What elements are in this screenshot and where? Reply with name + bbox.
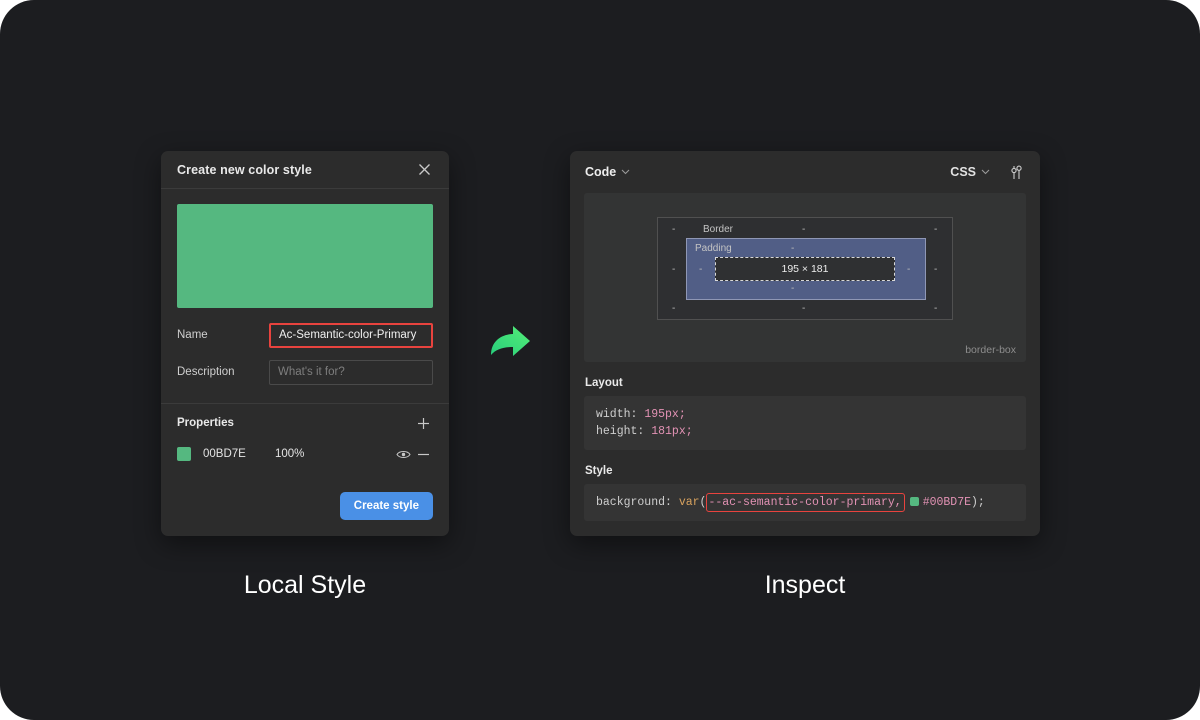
margin-dash-right-bottom: - [934, 303, 938, 314]
curved-arrow-right-icon [487, 322, 533, 366]
close-icon[interactable] [413, 159, 435, 181]
style-close-paren: ); [971, 496, 985, 509]
padding-dash-right: - [907, 264, 911, 275]
layout-code-line-height: height: 181px; [596, 423, 1014, 440]
style-variable-name[interactable]: --ac-semantic-color-primary, [706, 493, 905, 512]
style-code-block[interactable]: background: var(--ac-semantic-color-prim… [584, 484, 1026, 521]
padding-label: Padding [695, 243, 732, 254]
color-preview-swatch[interactable] [177, 204, 433, 308]
layout-code-line-width: width: 195px; [596, 406, 1014, 423]
caption-local-style: Local Style [243, 571, 367, 599]
style-fallback-swatch[interactable] [909, 497, 919, 506]
layout-height-prop: height: [596, 425, 645, 438]
layout-width-prop: width: [596, 408, 638, 421]
sliders-icon[interactable] [1006, 162, 1026, 182]
margin-dash-right: - [934, 264, 938, 275]
create-color-style-dialog: Create new color style Name Ac-Semantic-… [161, 151, 449, 536]
layout-section-title: Layout [585, 377, 623, 389]
margin-dash-top: - [802, 224, 806, 235]
style-var-function: var [678, 496, 700, 509]
padding-dash-top: - [791, 243, 795, 254]
box-model-padding-region: Padding - - - - 195 × 181 [686, 238, 926, 300]
style-property-name: background: [596, 496, 672, 509]
layout-width-value: 195px; [644, 408, 686, 421]
style-name-input[interactable]: Ac-Semantic-color-Primary [269, 322, 433, 348]
margin-dash-left-bottom: - [672, 303, 676, 314]
color-property-row[interactable]: 00BD7E 100% [161, 440, 449, 468]
margin-dash-right-top: - [934, 224, 938, 235]
style-description-input[interactable]: What's it for? [269, 359, 433, 385]
property-opacity-value[interactable]: 100% [275, 448, 393, 460]
margin-dash-left: - [672, 264, 676, 275]
border-label: Border [703, 224, 734, 235]
padding-dash-left: - [699, 264, 703, 275]
name-field-row: Name Ac-Semantic-color-Primary [161, 318, 449, 352]
description-label: Description [177, 366, 235, 378]
divider [161, 403, 449, 404]
inspect-panel: Code CSS Border - - - - - - - - Padding … [570, 151, 1040, 536]
box-model-diagram: Border - - - - - - - - Padding - - - - 1… [584, 193, 1026, 362]
layout-code-block[interactable]: width: 195px; height: 181px; [584, 396, 1026, 450]
inspect-header: Code CSS [570, 151, 1040, 193]
plus-icon[interactable] [413, 413, 433, 433]
dialog-title: Create new color style [177, 162, 312, 177]
box-model-content-size: 195 × 181 [715, 257, 895, 281]
chevron-down-icon[interactable] [621, 169, 630, 175]
dialog-header: Create new color style [161, 151, 449, 189]
name-label: Name [177, 329, 208, 341]
padding-dash-bottom: - [791, 283, 795, 294]
language-selector-label[interactable]: CSS [950, 165, 976, 179]
margin-dash-left-top: - [672, 224, 676, 235]
minus-icon[interactable] [413, 444, 433, 464]
code-tab-label[interactable]: Code [585, 165, 616, 179]
box-model-margin-region: Border - - - - - - - - Padding - - - - 1… [657, 217, 953, 320]
style-fallback-hex: #00BD7E [922, 496, 971, 509]
layout-height-value: 181px; [651, 425, 693, 438]
dialog-footer: Create style [161, 492, 449, 536]
properties-header: Properties [161, 406, 449, 440]
eye-icon[interactable] [393, 444, 413, 464]
description-field-row: Description What's it for? [161, 355, 449, 389]
box-sizing-note: border-box [965, 344, 1016, 356]
artboard-canvas: Create new color style Name Ac-Semantic-… [0, 0, 1200, 720]
property-color-swatch[interactable] [177, 447, 191, 461]
style-section-title: Style [585, 465, 613, 477]
margin-dash-bottom: - [802, 303, 806, 314]
chevron-down-icon-language[interactable] [981, 169, 990, 175]
property-hex-value[interactable]: 00BD7E [203, 448, 275, 460]
caption-inspect: Inspect [764, 571, 846, 599]
properties-label: Properties [177, 417, 234, 429]
create-style-button[interactable]: Create style [339, 492, 433, 520]
